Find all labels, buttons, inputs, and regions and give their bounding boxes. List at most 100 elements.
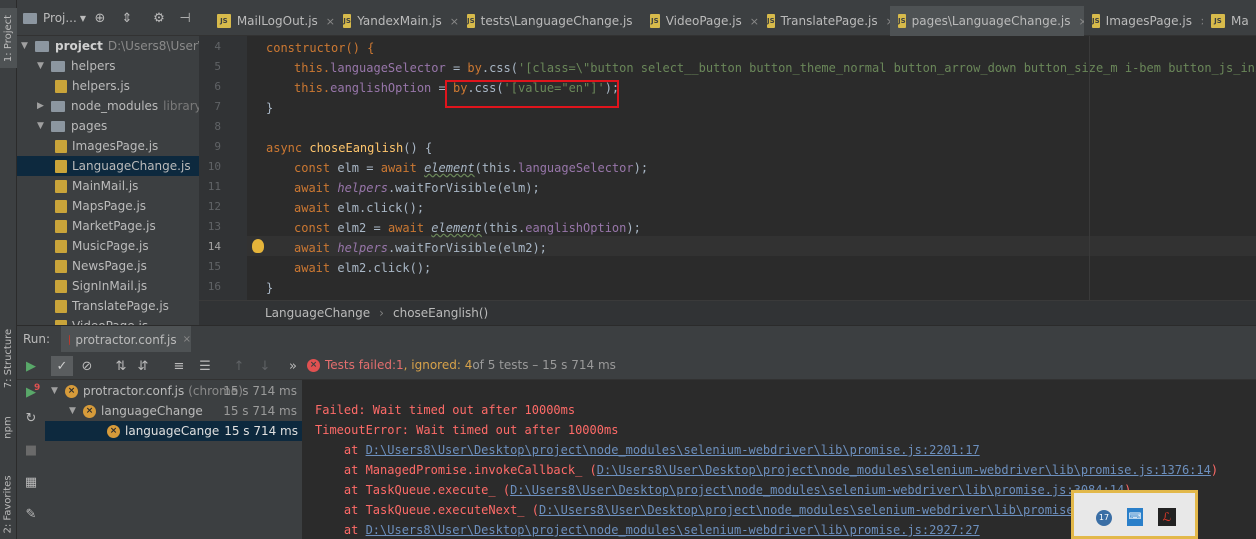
show-passed-icon[interactable]: ✓ xyxy=(51,356,73,376)
code-editor[interactable]: 4 5 6 7 8 9 10 11 12 13 14 15 16 constructor() { thi… xyxy=(199,36,1256,300)
editor-tab[interactable]: JStests\LanguageChange.js× xyxy=(459,6,642,36)
layout-icon[interactable]: ▦ xyxy=(23,474,39,490)
code-line-11: await helpers.waitForVisible(elm); xyxy=(294,181,540,195)
run-icon[interactable]: ▶ xyxy=(23,358,39,374)
line-number: 15 xyxy=(207,260,221,273)
acrobat-icon[interactable]: ℒ xyxy=(1158,508,1176,526)
test-tree-row-suite[interactable]: ▼ × languageChange 15 s 714 ms xyxy=(69,401,301,421)
close-icon[interactable]: × xyxy=(183,334,191,345)
code-line-12: await elm.click(); xyxy=(294,201,425,215)
structure-tool-tab[interactable]: 7: Structure xyxy=(0,318,17,398)
sort-icon[interactable]: ⇅ xyxy=(113,358,129,374)
left-tool-strip: 1: Project 7: Structure npm 2: Favorites xyxy=(0,0,17,539)
js-file-icon xyxy=(55,279,67,293)
code-line-13: const elm2 = await element(this.eanglish… xyxy=(294,221,641,235)
expand-arrow-icon: ▼ xyxy=(37,61,44,71)
close-icon[interactable]: × xyxy=(750,15,759,28)
code-line-5: this.languageSelector = by.css('[class=\… xyxy=(294,61,1256,75)
breadcrumb: LanguageChange › choseEanglish() xyxy=(199,300,1256,325)
run-side-toolbar: ▶ 9 ↻ ■ ▦ ✎ xyxy=(17,380,45,539)
arrow-up-icon[interactable]: ↑ xyxy=(231,358,247,374)
tree-folder[interactable]: ▼ pages xyxy=(37,116,107,136)
project-root[interactable]: ▼projectD:\Users8\User\De xyxy=(21,36,199,56)
js-file-icon xyxy=(55,259,67,273)
run-header: Run: protractor.conf.js × xyxy=(17,325,1256,353)
js-file-icon xyxy=(55,199,67,213)
tree-file[interactable]: MusicPage.js xyxy=(55,236,149,256)
js-file-icon xyxy=(55,159,67,173)
stop-icon[interactable]: ■ xyxy=(23,442,39,458)
editor-tab[interactable]: JSImagesPage.js× xyxy=(1084,6,1203,36)
editor-tab[interactable]: JSTranslatePage.js× xyxy=(759,6,890,36)
js-file-icon: JS xyxy=(217,14,231,28)
keyboard-layout-icon[interactable]: ⌨ xyxy=(1127,508,1143,526)
console-stack-line: at D:\Users8\User\Desktop\project\node_m… xyxy=(315,443,980,457)
tree-file[interactable]: helpers.js xyxy=(55,76,130,96)
editor-tab[interactable]: JS YandexMain.js × xyxy=(335,6,459,36)
run-label: Run: xyxy=(23,332,51,346)
stack-link[interactable]: D:\Users8\User\Desktop\project\node_modu… xyxy=(597,463,1211,477)
sort-duration-icon[interactable]: ⇵ xyxy=(135,358,151,374)
js-file-icon: JS xyxy=(1092,14,1100,28)
editor-tab[interactable]: JS Ma xyxy=(1203,6,1256,36)
close-icon[interactable]: × xyxy=(326,15,335,28)
tree-file[interactable]: MainMail.js xyxy=(55,176,138,196)
tree-file[interactable]: NewsPage.js xyxy=(55,256,147,276)
project-tool-tab[interactable]: 1: Project xyxy=(0,8,17,68)
js-file-icon: JS xyxy=(343,14,352,28)
editor-tab[interactable]: JS MailLogOut.js × xyxy=(209,6,335,36)
tree-file[interactable]: SignInMail.js xyxy=(55,276,147,296)
code-line-16: } xyxy=(266,281,274,295)
line-number: 16 xyxy=(207,280,221,293)
line-number: 5 xyxy=(214,60,221,73)
tree-file[interactable]: VideoPage.js xyxy=(55,316,148,325)
collapse-all-icon[interactable]: ☰ xyxy=(197,358,213,374)
tree-file[interactable]: LanguageChange.js xyxy=(17,156,199,176)
favorites-tool-tab[interactable]: 2: Favorites xyxy=(0,470,17,538)
project-panel: Proj... ▼ ⊕ ⇕ ⚙ ⊣ ▼ project D:\Users8\User… xyxy=(17,0,199,325)
editor-tab[interactable]: JS pages\LanguageChange.js × xyxy=(890,6,1084,36)
js-file-icon xyxy=(55,299,67,313)
line-number: 9 xyxy=(214,140,221,153)
expand-all-icon[interactable]: ≡ xyxy=(171,358,187,374)
npm-tool-tab[interactable]: npm xyxy=(0,412,17,442)
editor-tab[interactable]: JS VideoPage.js × xyxy=(642,6,759,36)
breadcrumb-class[interactable]: LanguageChange xyxy=(265,306,370,320)
tree-file[interactable]: ImagesPage.js xyxy=(55,136,158,156)
tree-file[interactable]: TranslatePage.js xyxy=(55,296,169,316)
code-line-14: await helpers.waitForVisible(elm2); xyxy=(294,241,547,255)
tree-folder[interactable]: ▼ helpers xyxy=(37,56,116,76)
stack-link[interactable]: D:\Users8\User\Desktop\project\node_modu… xyxy=(510,483,1124,497)
js-file-icon: JS xyxy=(767,14,775,28)
lightbulb-icon[interactable] xyxy=(252,239,264,253)
code-line-10: const elm = await element(this.languageS… xyxy=(294,161,649,175)
line-gutter: 4 5 6 7 8 9 10 11 12 13 14 15 16 xyxy=(199,36,247,300)
toggle-auto-test-icon[interactable]: ↻ xyxy=(23,410,39,426)
pin-icon[interactable]: ✎ xyxy=(23,506,39,522)
run-config-tab[interactable]: protractor.conf.js × xyxy=(61,326,191,353)
breadcrumb-method[interactable]: choseEanglish() xyxy=(393,306,488,320)
stack-link[interactable]: D:\Users8\User\Desktop\project\node_modu… xyxy=(366,443,980,457)
show-ignored-icon[interactable]: ⊘ xyxy=(79,358,95,374)
tray-app-icon[interactable]: 17 xyxy=(1096,510,1112,526)
tree-folder[interactable]: ▶node_moduleslibrary r xyxy=(37,96,199,116)
more-icon[interactable]: » xyxy=(285,358,301,374)
close-icon[interactable]: × xyxy=(450,15,459,28)
arrow-down-icon[interactable]: ↓ xyxy=(257,358,273,374)
js-file-icon: JS xyxy=(1211,14,1225,28)
tray-popup: 17 ⌨ ℒ xyxy=(1071,490,1198,539)
line-number: 13 xyxy=(207,220,221,233)
run-toolbar: ▶ ✓ ⊘ ⇅ ⇵ ≡ ☰ ↑ ↓ » × Tests failed: 1, i… xyxy=(17,352,1256,380)
stack-link[interactable]: D:\Users8\User\Desktop\project\node_modu… xyxy=(539,503,1153,517)
console-timeout-line: TimeoutError: Wait timed out after 10000… xyxy=(315,423,619,437)
test-tree-row-test[interactable]: × languageCange 15 s 714 ms xyxy=(45,421,302,441)
js-file-icon xyxy=(55,79,67,93)
folder-icon xyxy=(51,60,65,72)
line-number: 10 xyxy=(207,160,221,173)
stack-link[interactable]: D:\Users8\User\Desktop\project\node_modu… xyxy=(366,523,980,537)
tree-file[interactable]: MapsPage.js xyxy=(55,196,146,216)
test-tree-row-root[interactable]: ▼ × protractor.conf.js (chrome) 15 s 714… xyxy=(51,381,301,401)
line-number: 6 xyxy=(214,80,221,93)
tree-file[interactable]: MarketPage.js xyxy=(55,216,156,236)
project-tree: ▼projectD:\Users8\User\De▼helpershelpers… xyxy=(17,0,199,325)
